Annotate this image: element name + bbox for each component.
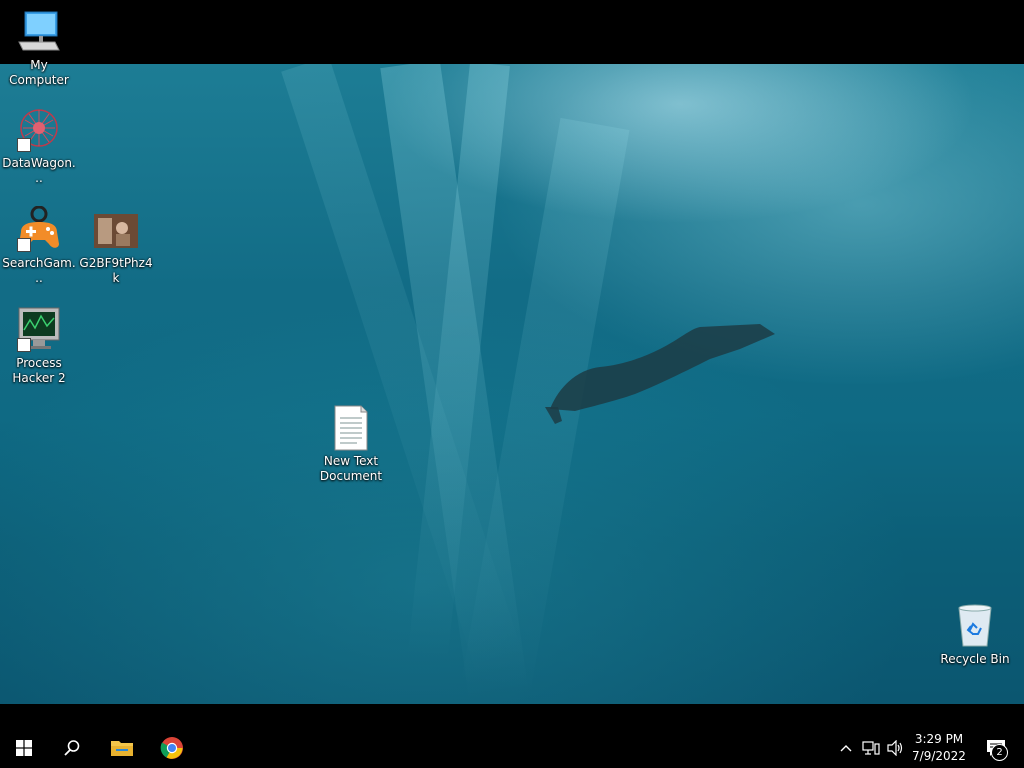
speaker-icon [887,740,903,756]
desktop-icon-searchgames[interactable]: SearchGam... [1,205,77,286]
search-icon [64,740,80,756]
shortcut-arrow-icon [17,338,31,352]
computer-icon [15,8,63,56]
taskbar: 3:29 PM 7/9/2022 2 [0,728,1024,768]
notification-count-badge: 2 [991,744,1008,761]
desktop-icon-g2bf9tphz4k[interactable]: G2BF9tPhz4k [78,206,154,286]
desktop-icon-process-hacker[interactable]: Process Hacker 2 [1,306,77,386]
network-graph-icon [15,106,63,154]
desktop-icon-label: DataWagon... [2,156,76,185]
volume-button[interactable] [884,728,906,768]
clock-button[interactable]: 3:29 PM 7/9/2022 [908,731,970,765]
chrome-button[interactable] [148,728,196,768]
desktop-icon-recycle-bin[interactable]: Recycle Bin [937,602,1013,667]
desktop-wallpaper [0,64,1024,704]
folder-icon [111,741,133,756]
monitor-chart-icon [15,306,63,354]
show-hidden-icons-button[interactable] [836,728,856,768]
clock-time: 3:29 PM [914,732,964,746]
file-explorer-button[interactable] [98,728,146,768]
windows-logo-icon [16,740,32,756]
shortcut-arrow-icon [17,238,31,252]
desktop-icon-label: My Computer [9,58,69,87]
top-black-band [0,0,1024,64]
start-button[interactable] [0,728,48,768]
action-center-button[interactable]: 2 [978,728,1014,768]
desktop-icon-label: New Text Document [319,454,383,483]
shortcut-arrow-icon [17,138,31,152]
clock-date: 7/9/2022 [912,749,966,763]
chevron-up-icon [840,745,852,752]
desktop-icon-datawagon[interactable]: DataWagon... [1,106,77,186]
desktop-icon-my-computer[interactable]: My Computer [1,8,77,88]
desktop-icon-label: Process Hacker 2 [12,356,66,385]
network-icon [862,741,880,755]
gamepad-icon [15,205,63,254]
recycle-bin-icon [951,602,999,650]
network-button[interactable] [860,728,882,768]
desktop-icon-label: G2BF9tPhz4k [79,256,153,285]
desktop-icon-new-text-document[interactable]: New Text Document [313,404,389,484]
diver-silhouette [545,324,775,424]
search-button[interactable] [48,728,96,768]
desktop-icon-label: SearchGam... [2,256,76,285]
desktop-icon-label: Recycle Bin [940,652,1010,666]
image-thumbnail-icon [92,206,140,254]
text-file-icon [327,404,375,452]
chrome-icon [160,737,183,759]
